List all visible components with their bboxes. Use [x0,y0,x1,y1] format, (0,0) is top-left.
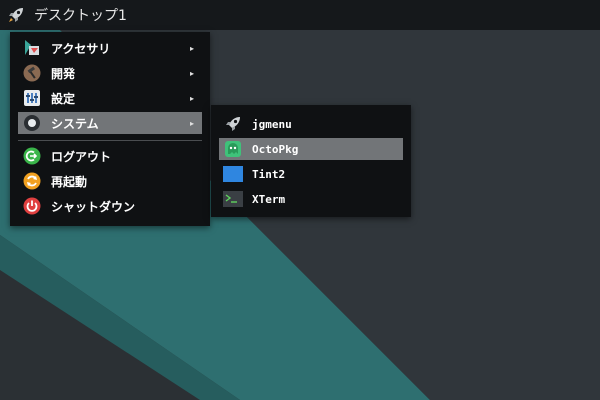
submenu-arrow-icon: ▸ [189,118,194,128]
menu-item-development[interactable]: 開発 ▸ [18,62,202,84]
menu-item-system[interactable]: システム ▸ [18,112,202,134]
rocket-icon [223,114,243,134]
menu-separator [18,140,202,141]
submenu-arrow-icon: ▸ [189,93,194,103]
system-icon [22,113,42,133]
menu-item-label: jgmenu [252,117,292,131]
submenu-item-tint2[interactable]: Tint2 [219,163,403,185]
menu-item-label: 再起動 [51,174,88,189]
system-submenu: jgmenu OctoPkg Tint2 XTerm [211,105,411,217]
submenu-arrow-icon: ▸ [189,43,194,53]
accessories-icon [22,38,42,58]
rocket-icon[interactable] [6,5,26,25]
desktop-name: デスクトップ1 [34,8,127,24]
menu-item-label: アクセサリ [51,41,111,56]
menu-item-label: ログアウト [51,149,112,164]
menu-item-label: XTerm [252,192,286,206]
hammer-icon [22,63,42,83]
submenu-item-octopkg[interactable]: OctoPkg [219,138,403,160]
power-icon [22,196,42,216]
menu-item-label: Tint2 [252,167,286,181]
top-panel: デスクトップ1 [0,0,600,30]
menu-item-shutdown[interactable]: シャットダウン [18,195,202,217]
submenu-arrow-icon: ▸ [189,68,194,78]
main-menu: アクセサリ ▸ 開発 ▸ 設定 ▸ システム ▸ ログアウト 再起動 シャットダ… [10,32,210,226]
submenu-item-xterm[interactable]: XTerm [219,188,403,210]
octopkg-icon [223,139,243,159]
logout-icon [22,146,42,166]
menu-item-settings[interactable]: 設定 ▸ [18,87,202,109]
menu-item-label: OctoPkg [252,142,299,156]
restart-icon [22,171,42,191]
menu-item-label: シャットダウン [51,199,136,214]
settings-icon [22,88,42,108]
menu-item-label: システム [51,116,99,131]
menu-item-label: 開発 [51,66,76,81]
submenu-item-jgmenu[interactable]: jgmenu [219,113,403,135]
tint2-icon [223,164,243,184]
menu-item-accessories[interactable]: アクセサリ ▸ [18,37,202,59]
terminal-icon [223,189,243,209]
menu-item-logout[interactable]: ログアウト [18,145,202,167]
menu-item-restart[interactable]: 再起動 [18,170,202,192]
menu-item-label: 設定 [51,91,76,106]
